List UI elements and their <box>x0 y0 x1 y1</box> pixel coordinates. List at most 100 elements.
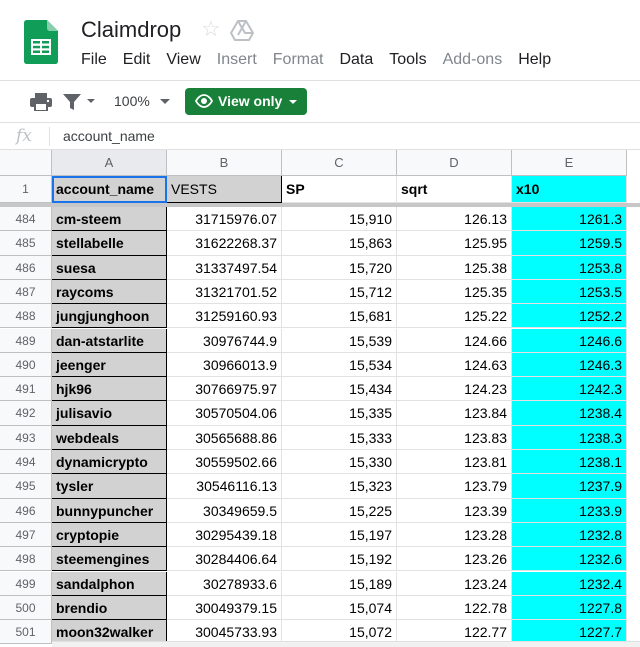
cell-sp[interactable]: 15,225 <box>282 498 397 523</box>
filter-icon[interactable] <box>63 93 81 111</box>
cell-vests[interactable]: 31715976.07 <box>167 207 282 232</box>
cell-account-name[interactable]: raycoms <box>52 279 167 305</box>
cell-sp[interactable]: 15,335 <box>282 401 397 426</box>
cell-x10[interactable]: 1238.3 <box>512 425 627 450</box>
formula-input[interactable]: account_name <box>63 128 155 144</box>
cell-account-name[interactable]: stellabelle <box>52 231 167 256</box>
row-header[interactable]: 486 <box>0 255 52 280</box>
cell-x10[interactable]: 1232.4 <box>512 571 627 596</box>
cell-sp[interactable]: 15,434 <box>282 377 397 402</box>
column-title-vests[interactable]: VESTS <box>167 176 282 203</box>
view-only-button[interactable]: View only <box>185 88 307 115</box>
cell-sp[interactable]: 15,863 <box>282 231 397 256</box>
print-icon[interactable] <box>30 93 52 111</box>
row-header[interactable]: 491 <box>0 377 52 402</box>
cell-vests[interactable]: 30546116.13 <box>167 474 282 499</box>
cell-account-name[interactable]: cm-steem <box>52 207 167 232</box>
column-title-sp[interactable]: SP <box>282 176 397 203</box>
row-header[interactable]: 493 <box>0 425 52 450</box>
cell-x10[interactable]: 1232.6 <box>512 547 627 572</box>
cell-account-name[interactable]: dynamicrypto <box>52 450 167 475</box>
cell-sp[interactable]: 15,534 <box>282 352 397 378</box>
cell-vests[interactable]: 31622268.37 <box>167 231 282 256</box>
menu-edit[interactable]: Edit <box>115 50 159 72</box>
cell-vests[interactable]: 30295439.18 <box>167 522 282 548</box>
cell-sqrt[interactable]: 123.83 <box>397 425 512 450</box>
cell-sqrt[interactable]: 125.38 <box>397 255 512 280</box>
cell-sp[interactable]: 15,681 <box>282 304 397 329</box>
row-header[interactable]: 500 <box>0 595 52 621</box>
cell-account-name[interactable]: tysler <box>52 474 167 499</box>
cell-sp[interactable]: 15,330 <box>282 450 397 475</box>
cell-sp[interactable]: 15,189 <box>282 571 397 596</box>
cell-account-name[interactable]: bunnypuncher <box>52 498 167 523</box>
row-header[interactable]: 488 <box>0 304 52 329</box>
cell-account-name[interactable]: webdeals <box>52 425 167 450</box>
row-header[interactable]: 498 <box>0 547 52 572</box>
document-title[interactable]: Claimdrop <box>81 17 181 43</box>
column-header-c[interactable]: C <box>282 150 397 176</box>
column-title-account-name[interactable]: account_name <box>52 176 167 203</box>
cell-x10[interactable]: 1238.1 <box>512 450 627 475</box>
google-sheets-logo-icon[interactable] <box>24 20 58 64</box>
column-header-a[interactable]: A <box>52 150 167 176</box>
cell-x10[interactable]: 1253.5 <box>512 279 627 305</box>
row-header[interactable]: 485 <box>0 231 52 256</box>
cell-sqrt[interactable]: 125.35 <box>397 279 512 305</box>
cell-vests[interactable]: 30049379.15 <box>167 595 282 621</box>
row-header[interactable]: 497 <box>0 522 52 548</box>
row-header[interactable]: 495 <box>0 474 52 499</box>
cell-vests[interactable]: 31321701.52 <box>167 279 282 305</box>
cell-sp[interactable]: 15,192 <box>282 547 397 572</box>
row-header[interactable]: 499 <box>0 571 52 596</box>
menu-insert[interactable]: Insert <box>209 50 265 72</box>
cell-sqrt[interactable]: 124.63 <box>397 352 512 378</box>
cell-vests[interactable]: 30349659.5 <box>167 498 282 523</box>
cell-x10[interactable]: 1252.2 <box>512 304 627 329</box>
cell-x10[interactable]: 1233.9 <box>512 498 627 523</box>
row-header[interactable]: 484 <box>0 207 52 232</box>
cell-sp[interactable]: 15,323 <box>282 474 397 499</box>
cell-sp[interactable]: 15,910 <box>282 207 397 232</box>
star-icon[interactable]: ☆ <box>201 16 221 42</box>
cell-account-name[interactable]: hjk96 <box>52 377 167 402</box>
cell-account-name[interactable]: dan-atstarlite <box>52 328 167 353</box>
cell-x10[interactable]: 1242.3 <box>512 377 627 402</box>
cell-x10[interactable]: 1237.9 <box>512 474 627 499</box>
cell-account-name[interactable]: julisavio <box>52 401 167 426</box>
cell-account-name[interactable]: jeenger <box>52 352 167 378</box>
column-header-b[interactable]: B <box>167 150 282 176</box>
cell-sqrt[interactable]: 125.95 <box>397 231 512 256</box>
move-to-drive-icon[interactable] <box>230 20 254 42</box>
zoom-dropdown-arrow-icon[interactable] <box>160 99 170 104</box>
cell-sqrt[interactable]: 123.81 <box>397 450 512 475</box>
menu-help[interactable]: Help <box>510 50 559 72</box>
cell-x10[interactable]: 1227.8 <box>512 595 627 621</box>
cell-x10[interactable]: 1259.5 <box>512 231 627 256</box>
cell-sqrt[interactable]: 124.66 <box>397 328 512 353</box>
cell-sqrt[interactable]: 123.26 <box>397 547 512 572</box>
column-header-d[interactable]: D <box>397 150 512 176</box>
cell-sp[interactable]: 15,720 <box>282 255 397 280</box>
cell-sqrt[interactable]: 123.79 <box>397 474 512 499</box>
cell-vests[interactable]: 30565688.86 <box>167 425 282 450</box>
row-header[interactable]: 1 <box>0 176 52 203</box>
menu-format[interactable]: Format <box>265 50 332 72</box>
cell-account-name[interactable]: jungjunghoon <box>52 304 167 329</box>
cell-account-name[interactable]: cryptopie <box>52 522 167 548</box>
cell-sqrt[interactable]: 124.23 <box>397 377 512 402</box>
cell-vests[interactable]: 30284406.64 <box>167 547 282 572</box>
column-title-sqrt[interactable]: sqrt <box>397 176 512 203</box>
cell-sp[interactable]: 15,712 <box>282 279 397 305</box>
row-header[interactable]: 501 <box>0 620 52 645</box>
cell-vests[interactable]: 30570504.06 <box>167 401 282 426</box>
zoom-select[interactable]: 100% <box>114 93 150 109</box>
cell-vests[interactable]: 30278933.6 <box>167 571 282 596</box>
row-header[interactable]: 487 <box>0 279 52 305</box>
cell-sqrt[interactable]: 122.78 <box>397 595 512 621</box>
cell-sqrt[interactable]: 125.22 <box>397 304 512 329</box>
horizontal-scrollbar[interactable] <box>52 641 640 647</box>
cell-vests[interactable]: 31337497.54 <box>167 255 282 280</box>
cell-sqrt[interactable]: 126.13 <box>397 207 512 232</box>
select-all-corner[interactable] <box>0 150 52 176</box>
